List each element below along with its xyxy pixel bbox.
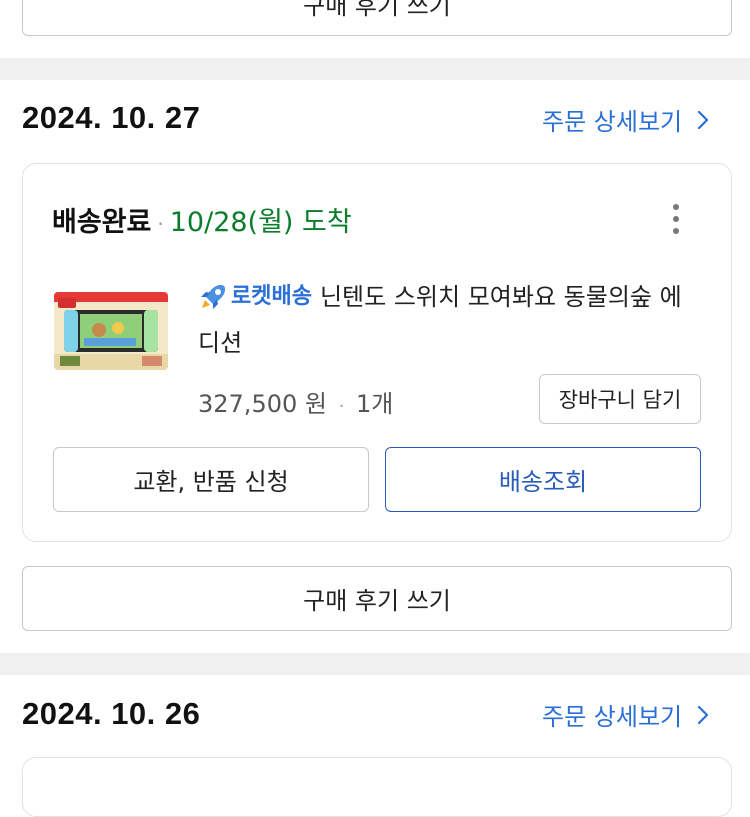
delivery-status: 배송완료 · 10/28(월) 도착 [52, 200, 352, 239]
track-delivery-button[interactable]: 배송조회 [385, 447, 701, 512]
product-image[interactable] [54, 292, 168, 370]
track-delivery-label: 배송조회 [498, 468, 588, 496]
order-card [22, 757, 732, 817]
chevron-right-icon [698, 705, 709, 724]
write-review-label: 구매 후기 쓰기 [303, 587, 451, 615]
price: 327,500 원 [198, 390, 327, 418]
write-review-label: 구매 후기 쓰기 [303, 0, 451, 20]
exchange-return-button[interactable]: 교환, 반품 신청 [53, 447, 369, 512]
product-name-line2: 디션 [198, 329, 243, 357]
order-date: 2024. 10. 27 [22, 100, 201, 135]
separator-dot: · [338, 396, 345, 417]
more-vertical-icon[interactable] [669, 204, 683, 234]
write-review-button[interactable]: 구매 후기 쓰기 [22, 566, 732, 631]
product-box-illustration [54, 292, 168, 370]
delivery-status-label: 배송완료 [52, 207, 152, 238]
chevron-right-icon [698, 110, 709, 129]
write-review-button-top[interactable]: 구매 후기 쓰기 [22, 0, 732, 36]
price-quantity: 327,500 원 · 1개 [198, 384, 393, 419]
add-to-cart-button[interactable]: 장바구니 담기 [539, 374, 701, 424]
quantity: 1개 [355, 390, 394, 418]
product-title[interactable]: 로켓배송 닌텐도 스위치 모여봐요 동물의숲 에 디션 [198, 274, 708, 366]
rocket-delivery-badge: 로켓배송 [231, 284, 312, 309]
order-detail-link[interactable]: 주문 상세보기 [542, 697, 714, 732]
order-detail-link[interactable]: 주문 상세보기 [542, 102, 714, 137]
section-separator [0, 653, 750, 675]
order-date: 2024. 10. 26 [22, 696, 201, 731]
order-detail-label: 주문 상세보기 [542, 703, 683, 731]
rocket-icon [201, 285, 225, 309]
product-name-line1: 닌텐도 스위치 모여봐요 동물의숲 에 [319, 283, 682, 311]
add-to-cart-label: 장바구니 담기 [558, 388, 682, 412]
section-separator [0, 58, 750, 80]
order-detail-label: 주문 상세보기 [542, 108, 683, 136]
separator-dot: · [157, 212, 164, 236]
arrival-date: 10/28(월) 도착 [169, 207, 352, 238]
exchange-return-label: 교환, 반품 신청 [133, 468, 289, 496]
